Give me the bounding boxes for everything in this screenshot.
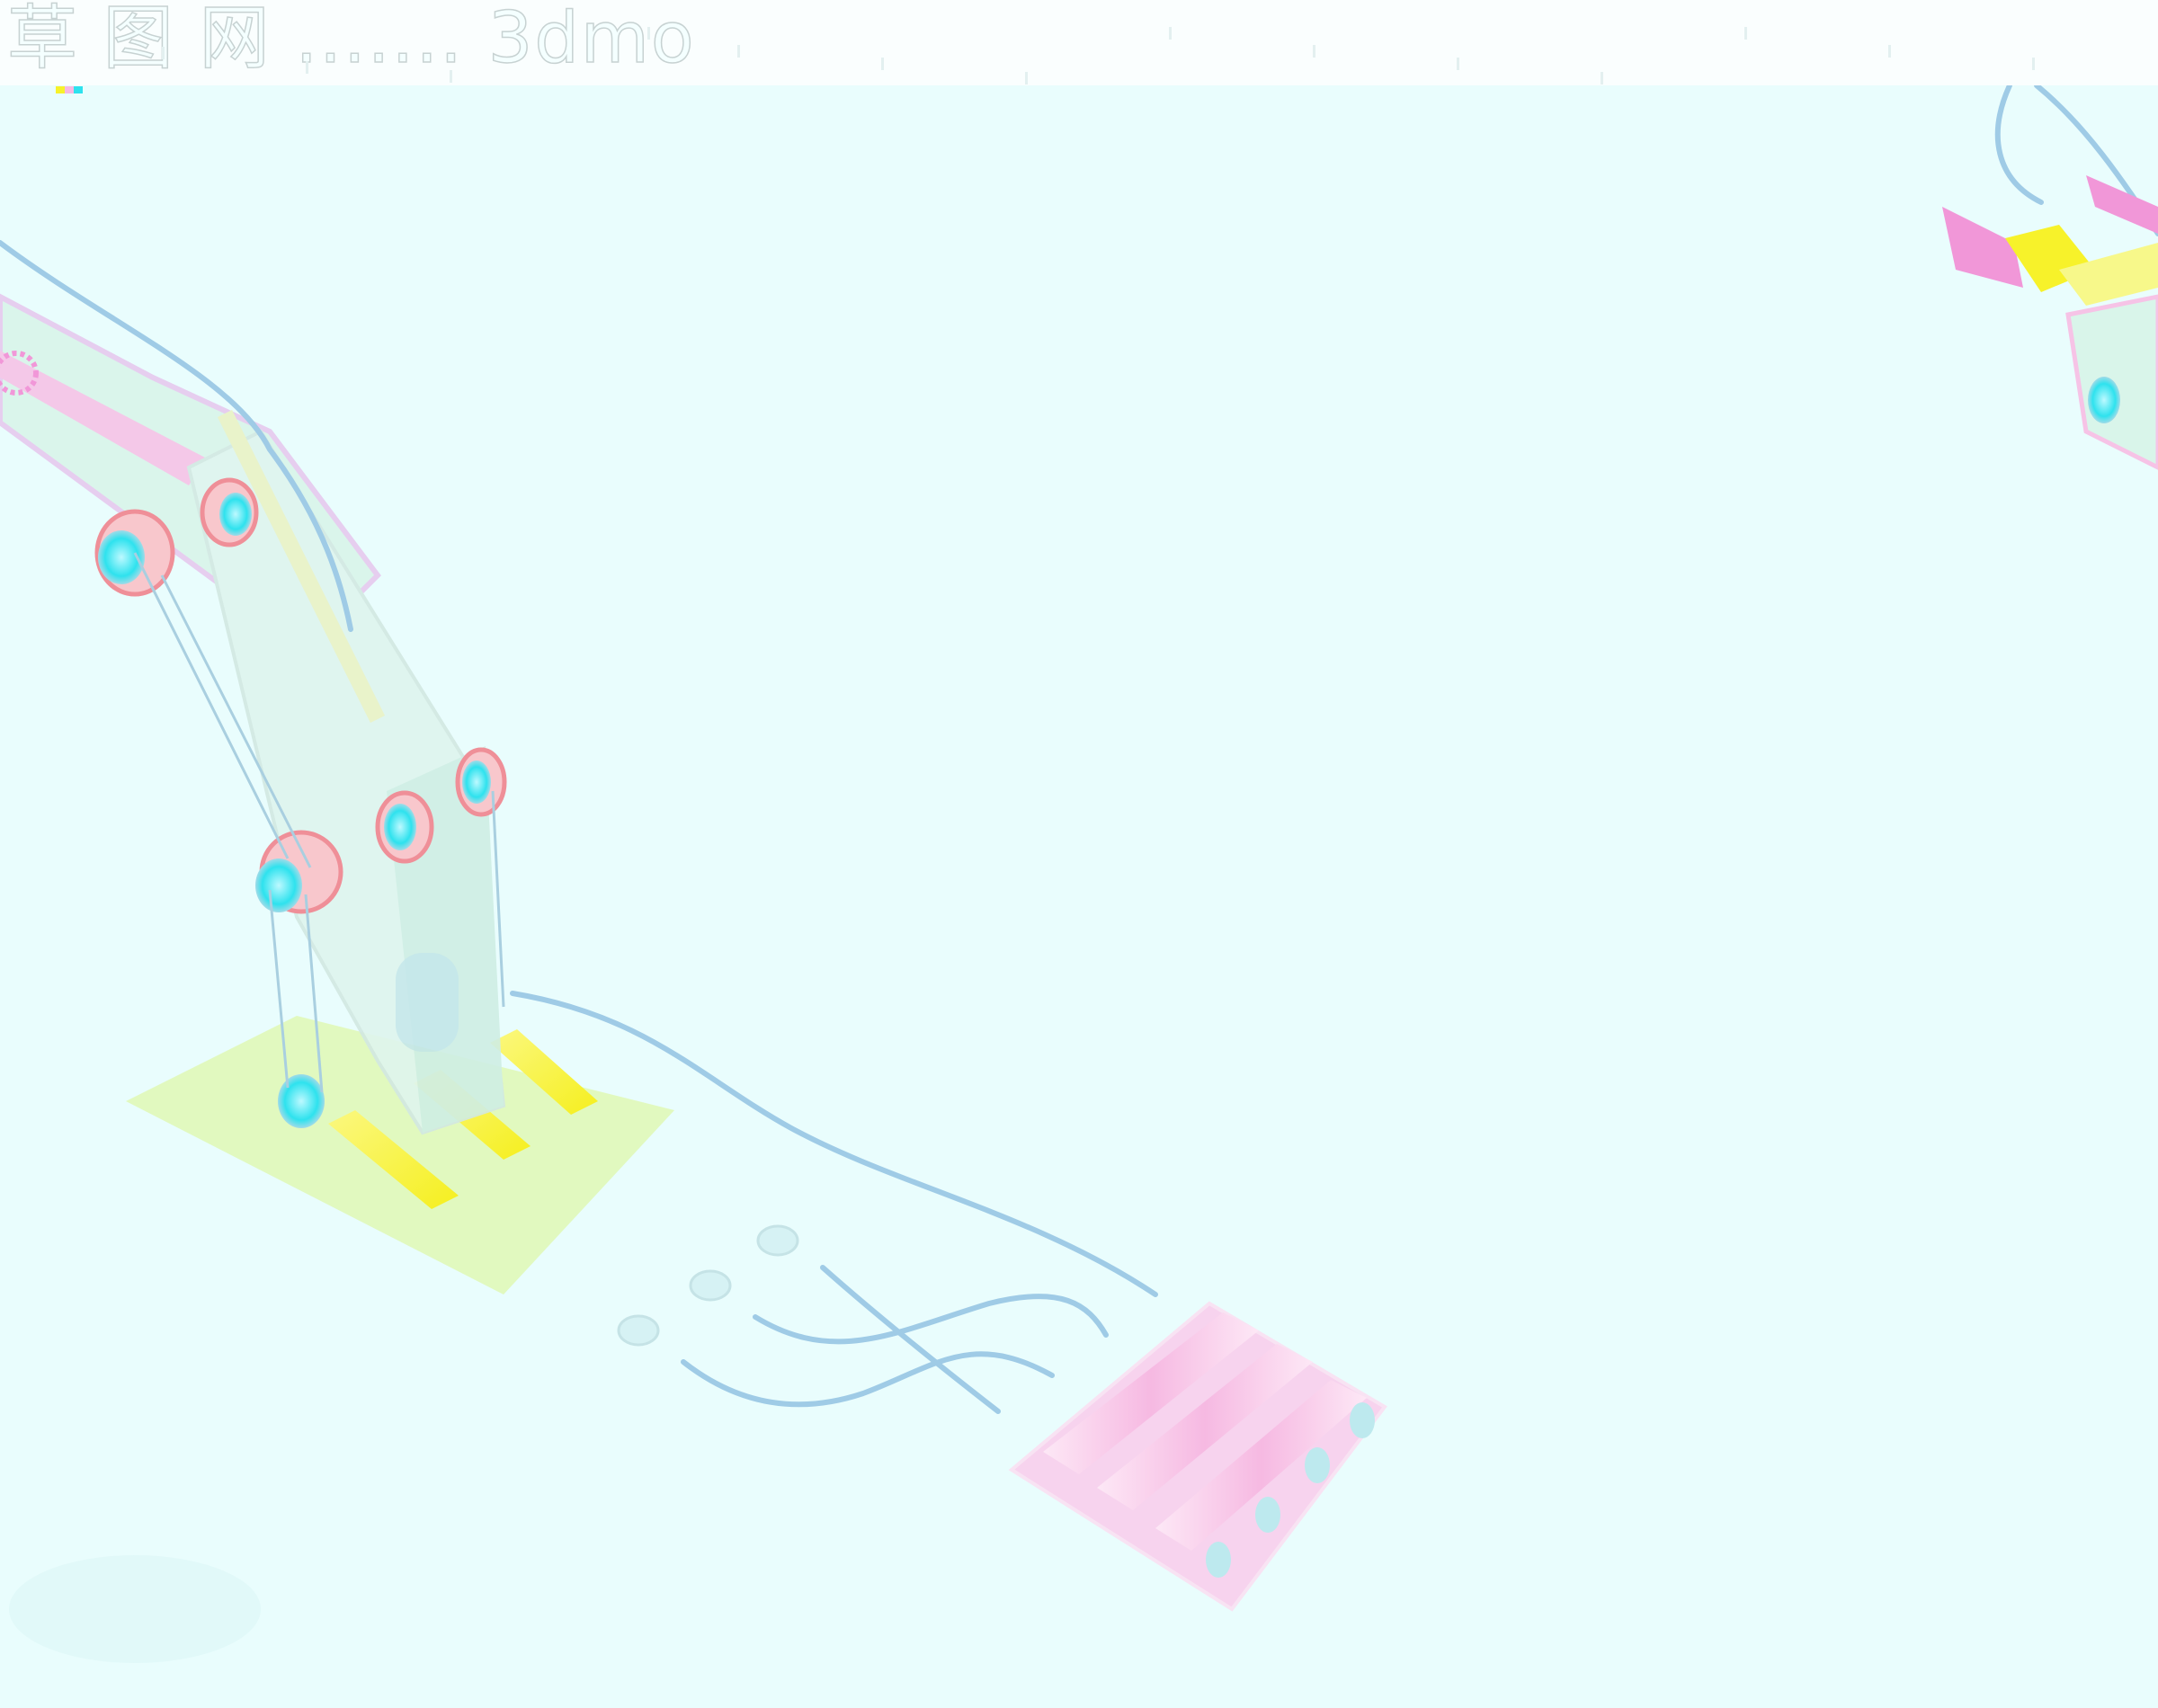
header-mark: [162, 47, 165, 59]
header-mark: [881, 58, 884, 70]
header-mark: [1025, 72, 1028, 85]
header-mark: [1169, 27, 1172, 40]
header-mark: [1888, 45, 1891, 58]
pink-track-plate: [1008, 1301, 1387, 1612]
header-mark: [1744, 27, 1747, 40]
end-effector: [1942, 175, 2158, 470]
header-mark: [450, 70, 452, 83]
header-mark: [737, 45, 740, 58]
watermark-text: 草 图 网 ....... 3dmo: [6, 0, 696, 79]
header-bar: 草 图 网 ....... 3dmo: [0, 0, 2158, 85]
header-mark: [1601, 72, 1603, 85]
header-mark: [1457, 58, 1459, 70]
header-mark: [647, 27, 650, 40]
header-mark: [2032, 58, 2035, 70]
robot-scene: [0, 85, 2158, 1663]
header-mark: [1313, 45, 1315, 58]
header-mark: [306, 61, 308, 74]
